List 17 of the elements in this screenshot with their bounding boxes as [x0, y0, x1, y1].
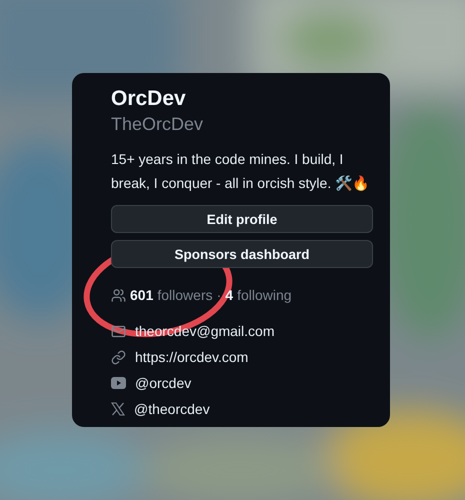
- profile-link[interactable]: @orcdev: [135, 375, 192, 391]
- display-name: OrcDev: [111, 86, 187, 112]
- followers-label[interactable]: followers: [157, 287, 213, 303]
- profile-button[interactable]: Edit profile: [111, 205, 373, 233]
- followers-count[interactable]: 601: [130, 287, 154, 303]
- link-icon: [111, 350, 126, 364]
- profile-link[interactable]: @theorcdev: [134, 401, 210, 417]
- people-icon: [111, 288, 126, 302]
- play-icon: [111, 377, 126, 389]
- bio-text: 15+ years in the code mines. I build, I break, I conquer - all in orcish style. 🛠🔥: [111, 150, 370, 193]
- profile-link[interactable]: https://orcdev.com: [135, 349, 248, 365]
- mail-icon: [111, 324, 126, 338]
- separator: ·: [216, 287, 222, 303]
- following-label[interactable]: following: [237, 287, 292, 303]
- x-logo-icon: [111, 402, 125, 416]
- profile-button[interactable]: Sponsors dashboard: [111, 240, 373, 268]
- username: TheOrcDev: [111, 113, 204, 136]
